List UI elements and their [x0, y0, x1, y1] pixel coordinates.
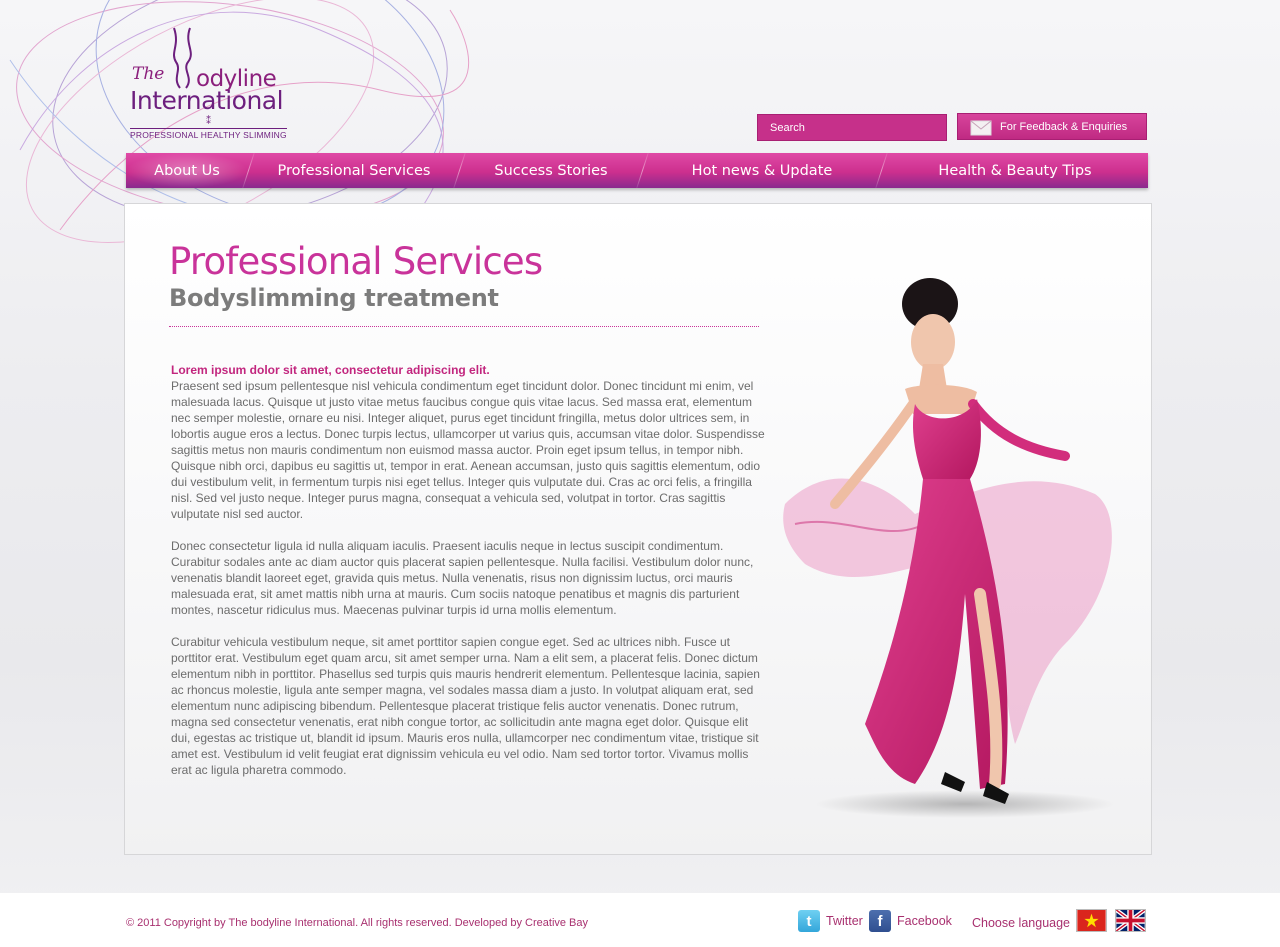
logo-international-text: International: [130, 86, 284, 115]
lead-text: Lorem ipsum dolor sit amet, consectetur …: [171, 363, 490, 377]
nav-label: Hot news & Update: [691, 162, 833, 179]
nav-label: Success Stories: [494, 162, 608, 179]
facebook-link[interactable]: f Facebook: [869, 910, 952, 932]
page-subtitle: Bodyslimming treatment: [169, 284, 499, 312]
footer: © 2011 Copyright by The bodyline Interna…: [0, 893, 1280, 947]
twitter-link[interactable]: t Twitter: [798, 910, 863, 932]
logo-b-icon: [173, 27, 192, 89]
paragraph-1: Lorem ipsum dolor sit amet, consectetur …: [171, 362, 765, 522]
logo-the-text: The: [132, 64, 165, 84]
page-title: Professional Services: [169, 240, 543, 283]
vietnam-flag-icon[interactable]: [1076, 909, 1107, 932]
title-divider: [169, 326, 759, 327]
facebook-icon: f: [869, 910, 891, 932]
nav-item-health-beauty-tips[interactable]: Health & Beauty Tips: [882, 153, 1148, 188]
nav-item-hot-news[interactable]: Hot news & Update: [643, 153, 881, 188]
paragraph-2: Donec consectetur ligula id nulla aliqua…: [171, 539, 754, 617]
copyright-text: © 2011 Copyright by The bodyline Interna…: [126, 917, 589, 929]
header: The odyline International ⁑ PROFESSIONAL…: [0, 0, 1280, 200]
nav-item-success-stories[interactable]: Success Stories: [460, 153, 642, 188]
envelope-icon: [970, 120, 992, 135]
content-panel: Professional Services Bodyslimming treat…: [124, 203, 1152, 855]
nav-item-about-us[interactable]: About Us: [126, 153, 248, 188]
facebook-label: Facebook: [897, 914, 952, 928]
logo[interactable]: The odyline International ⁑ PROFESSIONAL…: [128, 26, 296, 142]
language-label: Choose language: [972, 916, 1070, 930]
main-nav: About Us Professional Services Success S…: [126, 153, 1148, 188]
article-body: Lorem ipsum dolor sit amet, consectetur …: [171, 362, 765, 794]
twitter-label: Twitter: [826, 914, 863, 928]
paragraph-1-text: Praesent sed ipsum pellentesque nisl veh…: [171, 379, 765, 521]
nav-label: Professional Services: [277, 162, 431, 179]
feedback-button[interactable]: For Feedback & Enquiries: [957, 113, 1147, 140]
uk-flag-icon[interactable]: [1115, 909, 1146, 932]
twitter-icon: t: [798, 910, 820, 932]
model-photo: [783, 278, 1115, 818]
nav-label: About Us: [154, 162, 220, 179]
logo-mark-icon: ⁑: [206, 116, 211, 127]
feedback-label: For Feedback & Enquiries: [1000, 120, 1128, 133]
logo-tagline: PROFESSIONAL HEALTHY SLIMMING: [130, 128, 287, 140]
paragraph-3: Curabitur vehicula vestibulum neque, sit…: [171, 635, 760, 777]
nav-label: Health & Beauty Tips: [938, 162, 1092, 179]
search-input[interactable]: [757, 114, 947, 141]
nav-item-professional-services[interactable]: Professional Services: [249, 153, 459, 188]
